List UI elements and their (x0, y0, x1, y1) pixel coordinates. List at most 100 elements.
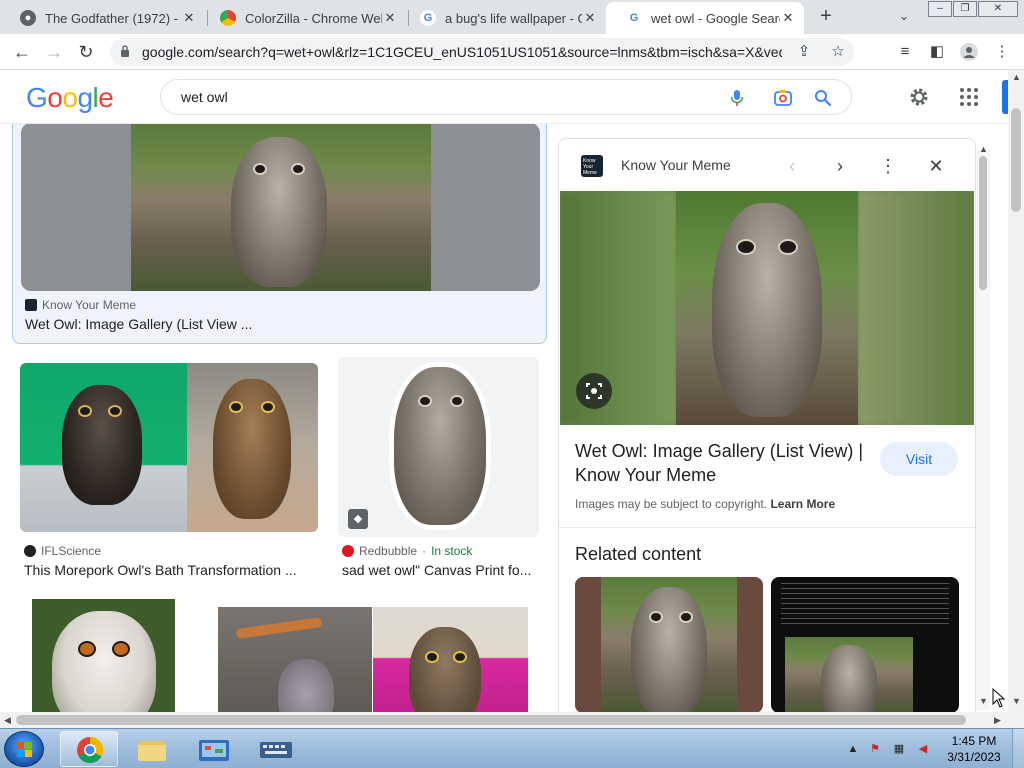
system-clock[interactable]: 1:45 PM 3/31/2023 (944, 733, 1004, 765)
reload-icon[interactable]: ↻ (76, 42, 96, 62)
tab-bugs-life[interactable]: G a bug's life wallpaper - Google ✕ (400, 2, 606, 34)
scroll-down-arrow-icon[interactable]: ▼ (979, 696, 988, 706)
owl-figure (821, 645, 877, 712)
horizontal-scroll-thumb[interactable] (16, 715, 966, 725)
scroll-down-arrow-icon[interactable]: ▼ (1012, 696, 1021, 706)
show-hidden-icons-chevron-icon[interactable]: ▲ (846, 743, 860, 756)
start-button[interactable] (4, 731, 44, 767)
search-query: wet owl (181, 89, 228, 105)
folder-icon (138, 741, 166, 761)
owl-eye (261, 401, 275, 413)
scroll-left-arrow-icon[interactable]: ◀ (4, 715, 11, 726)
file-explorer-taskbar-button[interactable] (122, 731, 180, 767)
related-content-heading: Related content (575, 544, 702, 564)
reading-list-icon[interactable]: ≡ (896, 43, 914, 61)
selected-result-card[interactable]: Know Your Meme Wet Owl: Image Gallery (L… (12, 124, 547, 344)
scroll-right-arrow-icon[interactable]: ▶ (994, 715, 1001, 726)
vertical-scroll-thumb[interactable] (1011, 108, 1021, 212)
visit-button[interactable]: Visit (880, 442, 958, 476)
learn-more-link[interactable]: Learn More (770, 497, 835, 511)
google-lens-icon[interactable] (773, 88, 793, 108)
wet-owl-photo (131, 124, 431, 291)
next-image-chevron-icon[interactable]: › (829, 155, 851, 177)
divider (559, 527, 975, 528)
scroll-up-arrow-icon[interactable]: ▲ (979, 144, 988, 154)
close-panel-icon[interactable]: ✕ (925, 155, 947, 177)
result-image[interactable] (21, 124, 540, 291)
chrome-taskbar-button[interactable] (60, 731, 118, 767)
scroll-up-arrow-icon[interactable]: ▲ (1012, 72, 1021, 82)
result-title[interactable]: This Morepork Owl's Bath Transformation … (24, 562, 314, 578)
close-tab-icon[interactable]: ✕ (582, 10, 598, 26)
close-tab-icon[interactable]: ✕ (382, 10, 398, 26)
search-icon[interactable] (813, 88, 833, 108)
grumpy-owl-photo (373, 607, 528, 712)
browser-menu-icon[interactable]: ⋮ (993, 43, 1011, 61)
google-logo[interactable]: Google (26, 82, 114, 114)
bookmark-star-icon[interactable]: ☆ (830, 44, 846, 60)
owl-eye (450, 395, 464, 407)
google-lens-search-icon[interactable] (576, 373, 612, 409)
address-bar[interactable]: google.com/search?q=wet+owl&rlz=1C1GCEU_… (110, 38, 854, 66)
on-screen-keyboard-taskbar-button[interactable] (246, 731, 304, 767)
control-panel-taskbar-button[interactable] (184, 731, 242, 767)
know-your-meme-favicon-icon (25, 299, 37, 311)
panel-site-name[interactable]: Know Your Meme (621, 157, 731, 173)
owl-eye (78, 641, 96, 657)
panel-scroll-thumb[interactable] (979, 156, 987, 290)
panel-scrollbar[interactable]: ▲ ▼ (976, 144, 990, 710)
forward-arrow-icon[interactable]: → (44, 42, 64, 62)
share-icon[interactable]: ⇪ (796, 44, 812, 60)
tab-colorzilla[interactable]: ColorZilla - Chrome Web Store ✕ (200, 2, 406, 34)
windows-logo-icon (17, 742, 32, 757)
page-vertical-scrollbar[interactable]: ▲ ▼ (1008, 70, 1024, 712)
more-options-icon[interactable]: ⋮ (877, 155, 899, 177)
network-icon[interactable]: ▦ (892, 743, 906, 756)
owl-eye (229, 401, 243, 413)
result-image[interactable] (20, 363, 318, 532)
result-image[interactable] (32, 599, 175, 712)
panel-image[interactable] (560, 191, 974, 425)
owl-eye (108, 405, 122, 417)
owl-eye (425, 651, 439, 663)
owl-sticker (394, 367, 486, 525)
stock-separator: · (422, 544, 427, 558)
show-desktop-button[interactable] (1012, 729, 1024, 768)
tab-strip: ● The Godfather (1972) - IMDb ✕ ColorZil… (0, 0, 1024, 34)
browser-toolbar: ← → ↻ google.com/search?q=wet+owl&rlz=1C… (0, 34, 1024, 70)
new-tab-button[interactable]: + (816, 6, 836, 27)
minimize-button[interactable]: – (928, 1, 952, 17)
related-image[interactable] (771, 577, 959, 712)
close-window-button[interactable]: ✕ (978, 1, 1018, 17)
umbrella-leaf (235, 617, 323, 639)
previous-image-chevron-icon[interactable]: ‹ (781, 155, 803, 177)
owl-eye (253, 163, 267, 175)
side-panel-icon[interactable]: ◧ (928, 43, 946, 61)
search-input[interactable]: wet owl (160, 79, 852, 115)
result-image[interactable] (218, 607, 528, 712)
result-title[interactable]: sad wet owl" Canvas Print fo... (342, 562, 538, 578)
close-tab-icon[interactable]: ✕ (181, 10, 197, 26)
action-center-flag-icon[interactable]: ⚑ (868, 743, 882, 756)
result-image[interactable]: ◆ (338, 357, 539, 537)
restore-button[interactable]: ❐ (953, 1, 977, 17)
settings-gear-icon[interactable] (908, 86, 930, 108)
tab-godfather-imdb[interactable]: ● The Godfather (1972) - IMDb ✕ (0, 2, 205, 34)
owl-eye (418, 395, 432, 407)
tab-wet-owl[interactable]: G wet owl - Google Search ✕ (606, 2, 804, 34)
tab-search-chevron-icon[interactable]: ⌄ (896, 9, 912, 25)
back-arrow-icon[interactable]: ← (12, 42, 32, 62)
related-image[interactable] (575, 577, 763, 712)
close-tab-icon[interactable]: ✕ (780, 10, 796, 26)
dry-morepork-photo (187, 363, 318, 532)
clock-time: 1:45 PM (951, 734, 997, 748)
microphone-icon[interactable] (727, 88, 747, 108)
google-apps-icon[interactable] (958, 86, 980, 108)
redbubble-favicon-icon (342, 545, 354, 557)
page-horizontal-scrollbar[interactable]: ◀ ▶ (0, 712, 1024, 728)
panel-title[interactable]: Wet Owl: Image Gallery (List View) | Kno… (575, 439, 875, 487)
profile-avatar-icon[interactable] (960, 43, 978, 61)
result-source: Redbubble · In stock (342, 544, 472, 558)
result-title[interactable]: Wet Owl: Image Gallery (List View ... (25, 316, 525, 332)
volume-muted-icon[interactable]: ◀ (916, 743, 930, 756)
